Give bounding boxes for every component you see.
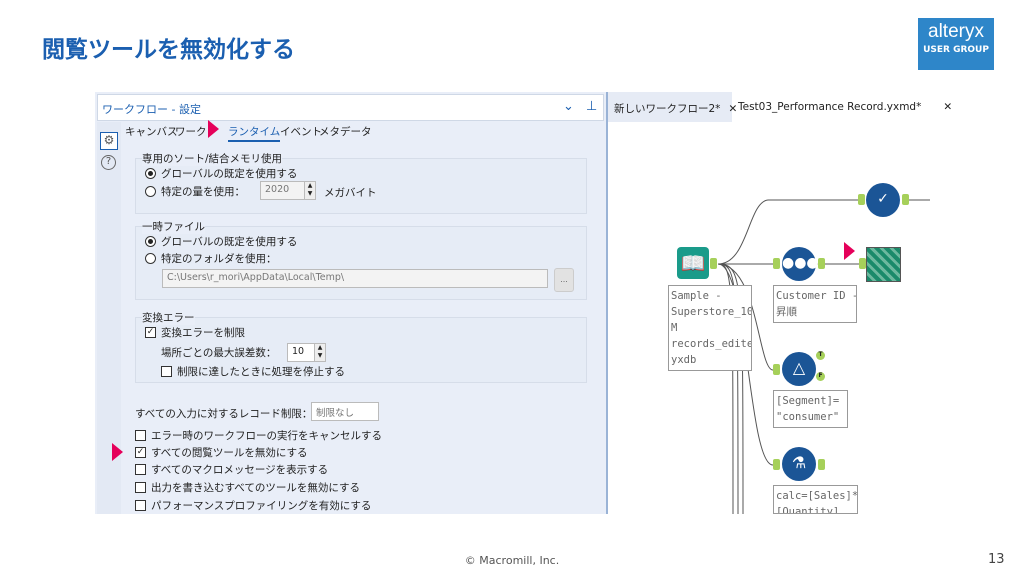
chevron-down-icon[interactable]: ⌄: [563, 99, 574, 114]
select-tool-icon[interactable]: ✓: [866, 183, 900, 217]
anchor: [710, 258, 717, 269]
formula-tool-label: calc=[Sales]* [Quantity]: [773, 485, 858, 514]
memory-amount-input[interactable]: 2020: [260, 181, 305, 200]
copyright: © Macromill, Inc.: [464, 554, 560, 567]
page-number: 13: [988, 552, 1005, 567]
temp-legend: 一時ファイル: [142, 219, 205, 234]
conversion-legend: 変換エラー: [142, 310, 195, 325]
sort-tool-label: Customer ID - 昇順: [773, 285, 857, 323]
temp-path-input[interactable]: C:\Users\r_mori\AppData\Local\Temp\: [162, 269, 548, 288]
temp-folder-radio[interactable]: 特定のフォルダを使用：: [145, 251, 277, 266]
memory-legend: 専用のソート/結合メモリ使用: [142, 151, 283, 166]
pointer-arrow-icon: [112, 443, 123, 461]
alteryx-logo: alteryx USER GROUP: [918, 18, 994, 70]
memory-stepper[interactable]: ▲ ▼: [304, 181, 316, 200]
max-errors-input[interactable]: 10: [287, 343, 315, 362]
option-checkbox[interactable]: すべてのマクロメッセージを表示する: [135, 462, 328, 477]
max-errors-label: 場所ごとの最大誤差数：: [161, 347, 277, 359]
workflow-canvas[interactable]: 新しいワークフロー2* ✕ Test03_Performance Record.y…: [608, 92, 952, 514]
temp-global-radio[interactable]: グローバルの既定を使用する: [145, 234, 297, 249]
connections: [717, 199, 930, 514]
pin-icon[interactable]: ⊥: [586, 99, 597, 114]
panel-header: ワークフロー - 設定 ⌄ ⊥: [97, 94, 604, 121]
memory-unit: メガバイト: [324, 187, 377, 199]
close-icon: ✕: [943, 101, 953, 113]
tab-canvas[interactable]: キャンバス: [125, 124, 178, 139]
filter-tool-icon[interactable]: △: [782, 352, 816, 386]
input-tool-label: Sample - Superstore_10 M records_edited …: [668, 285, 752, 371]
browse-tool-disabled-icon[interactable]: [866, 247, 901, 282]
pointer-arrow-icon: [208, 120, 219, 138]
option-checkbox[interactable]: 出力を書き込むすべてのツールを無効にする: [135, 480, 360, 495]
filter-tool-label: [Segment]= "consumer": [773, 390, 848, 428]
tab-metadata[interactable]: メタデータ: [319, 124, 372, 139]
tab-runtime[interactable]: ランタイム: [228, 124, 281, 142]
limit-conversion-checkbox[interactable]: ✓ 変換エラーを制限: [145, 325, 245, 340]
memory-specific-radio[interactable]: 特定の量を使用：: [145, 184, 245, 199]
sort-tool-icon[interactable]: ●●●: [782, 247, 819, 281]
panel-title: ワークフロー - 設定: [102, 103, 201, 116]
option-checkbox[interactable]: パフォーマンスプロファイリングを有効にする: [135, 498, 371, 513]
filter-true-anchor: T: [816, 351, 825, 360]
gear-icon[interactable]: ⚙: [100, 132, 118, 150]
record-limit-input[interactable]: 制限なし: [311, 402, 379, 421]
input-data-tool-icon[interactable]: 📖: [677, 247, 709, 279]
help-icon[interactable]: ?: [101, 155, 116, 170]
formula-tool-icon[interactable]: ⚗: [782, 447, 816, 481]
stop-on-limit-checkbox[interactable]: 制限に達したときに処理を停止する: [161, 364, 345, 379]
slide-title: 閲覧ツールを無効化する: [42, 37, 295, 63]
option-checkbox[interactable]: エラー時のワークフローの実行をキャンセルする: [135, 428, 382, 443]
browse-button[interactable]: ...: [554, 268, 574, 292]
pointer-arrow-icon: [844, 242, 855, 260]
record-limit-label: すべての入力に対するレコード制限：: [135, 408, 313, 420]
memory-global-radio[interactable]: グローバルの既定を使用する: [145, 166, 297, 181]
filter-false-anchor: F: [816, 372, 825, 381]
workflow-settings-panel: ワークフロー - 設定 ⌄ ⊥ ⚙ ? キャンバス ワークフロー ランタイム イ…: [95, 92, 608, 514]
disable-browse-checkbox[interactable]: ✓ すべての閲覧ツールを無効にする: [135, 445, 307, 460]
max-errors-stepper[interactable]: ▲ ▼: [314, 343, 326, 362]
tab-events[interactable]: イベント: [280, 124, 322, 139]
